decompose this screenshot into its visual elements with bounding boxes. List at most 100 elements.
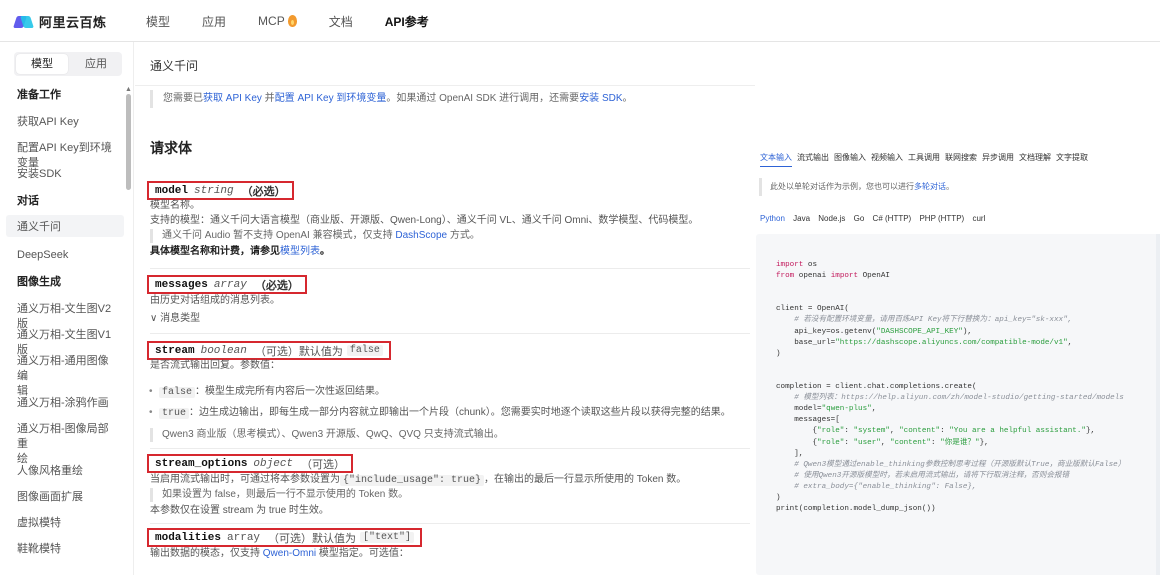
- param-type: boolean: [200, 344, 247, 357]
- param-model-note: 通义千问 Audio 暂不支持 OpenAI 兼容模式，仅支持 DashScop…: [150, 229, 480, 243]
- param-model-header: model string （必选）: [147, 181, 294, 200]
- config-api-key-link[interactable]: 配置 API Key 到环境变量: [275, 93, 387, 104]
- note-text: 方式。: [447, 230, 480, 241]
- list-item: true：边生成边输出，即每生成一部分内容就立即输出一个片段（chunk）。您需…: [149, 406, 731, 421]
- sidebar-item-wanx-inpaint[interactable]: 通义万相-图像局部重 绘: [17, 422, 117, 467]
- sidebar-item-qwen[interactable]: 通义千问: [17, 220, 117, 235]
- code-line: ],: [776, 449, 804, 458]
- tab-streaming[interactable]: 流式输出: [797, 152, 829, 167]
- code-scrollbar[interactable]: [1156, 234, 1160, 575]
- code-comment: # 使用Qwen3开源版模型时，若未启用流式输出，请将下行取消注释，否则会报错: [776, 471, 1070, 480]
- nav-models[interactable]: 模型: [146, 13, 170, 30]
- code-text: import osfrom openai import OpenAI​​clie…: [776, 260, 1125, 515]
- nav-docs[interactable]: 文档: [329, 13, 353, 30]
- code-string: "role": [817, 438, 845, 447]
- param-desc: 由历史对话组成的消息列表。: [150, 295, 280, 306]
- sidebar-scrollbar[interactable]: [126, 94, 131, 190]
- code-block[interactable]: import osfrom openai import OpenAI​​clie…: [756, 234, 1160, 575]
- param-type: array: [213, 278, 247, 291]
- code-token: ,: [1067, 338, 1073, 347]
- nav-apps[interactable]: 应用: [202, 13, 226, 30]
- sidebar-item-image-expand[interactable]: 图像画面扩展: [17, 490, 117, 505]
- code-comment: # 若没有配置环境变量，请用百炼API Key将下行替换为：api_key="s…: [776, 316, 1073, 325]
- multi-turn-link[interactable]: 多轮对话: [914, 182, 946, 191]
- tab-java[interactable]: Java: [793, 214, 810, 223]
- example-tabs: 文本输入 流式输出 图像输入 视频输入 工具调用 联网搜索 异步调用 文档理解 …: [760, 152, 1093, 167]
- note-text: 通义千问 Audio 暂不支持 OpenAI 兼容模式，仅支持: [162, 230, 396, 241]
- param-name: stream_options: [155, 457, 248, 470]
- tab-go[interactable]: Go: [854, 214, 865, 223]
- sidebar-item-install-sdk[interactable]: 安装SDK: [17, 167, 117, 182]
- value-desc: ：边生成边输出，即每生成一部分内容就立即输出一个片段（chunk）。您需要实时地…: [189, 407, 731, 418]
- tab-text-extract[interactable]: 文字提取: [1056, 152, 1088, 167]
- tab-image-input[interactable]: 图像输入: [834, 152, 866, 167]
- qwen-omni-link[interactable]: Qwen-Omni: [263, 548, 316, 559]
- code-example-panel: 文本输入 流式输出 图像输入 视频输入 工具调用 联网搜索 异步调用 文档理解 …: [756, 87, 1160, 575]
- value-code: false: [159, 387, 196, 398]
- divider: [150, 448, 750, 449]
- tab-python[interactable]: Python: [760, 214, 785, 223]
- scroll-up-arrow-icon[interactable]: ▲: [125, 86, 132, 93]
- notice-text: 。: [622, 93, 633, 104]
- tab-text-input[interactable]: 文本输入: [760, 152, 792, 167]
- sidebar-item-virtual-model[interactable]: 虚拟模特: [17, 516, 117, 531]
- nav-mcp-label: MCP: [258, 14, 285, 28]
- sidebar-item-deepseek[interactable]: DeepSeek: [17, 248, 117, 263]
- code-language-tabs: Python Java Node.js Go C# (HTTP) PHP (HT…: [760, 214, 991, 223]
- prereq-notice: 您需要已获取 API Key 并配置 API Key 到环境变量。如果通过 Op…: [150, 90, 750, 108]
- brand-logo[interactable]: 阿里云百炼: [13, 12, 107, 31]
- sidebar-item-get-api-key[interactable]: 获取API Key: [17, 115, 117, 130]
- tab-async[interactable]: 异步调用: [982, 152, 1014, 167]
- param-stream-note: Qwen3 商业版（思考模式）、Qwen3 开源版、QwQ、QVQ 只支持流式输…: [150, 428, 504, 442]
- sidebar-group-chat[interactable]: 对话: [17, 194, 117, 209]
- brand-name: 阿里云百炼: [39, 15, 107, 30]
- code-token: {: [776, 438, 818, 447]
- value-code: {"include_usage": true}: [340, 475, 485, 486]
- install-sdk-link[interactable]: 安装 SDK: [579, 93, 622, 104]
- tab-doc-understanding[interactable]: 文档理解: [1019, 152, 1051, 167]
- code-string: "content": [889, 438, 931, 447]
- code-token: ),: [962, 327, 972, 336]
- code-token: openai: [794, 272, 831, 281]
- desc-text: 模型指定。可选值：: [316, 548, 409, 559]
- param-name: messages: [155, 278, 208, 291]
- tab-tool-call[interactable]: 工具调用: [908, 152, 940, 167]
- tab-php[interactable]: PHP (HTTP): [919, 214, 964, 223]
- param-required: （必选）: [254, 280, 299, 293]
- get-api-key-link[interactable]: 获取 API Key: [203, 93, 262, 104]
- code-token: ,: [889, 427, 900, 436]
- code-line: {"role": "system", "content": "You are a…: [776, 426, 1125, 437]
- dashscope-link[interactable]: DashScope: [395, 230, 447, 241]
- model-list-link[interactable]: 模型列表: [280, 246, 320, 257]
- code-token: os: [803, 261, 818, 269]
- code-string: "role": [817, 427, 845, 436]
- nav-api-reference[interactable]: API参考: [385, 13, 429, 30]
- tab-nodejs[interactable]: Node.js: [818, 214, 845, 223]
- tab-curl[interactable]: curl: [972, 214, 985, 223]
- tab-video-input[interactable]: 视频输入: [871, 152, 903, 167]
- code-token: },: [979, 438, 989, 447]
- divider: [150, 268, 750, 269]
- code-token: api_key=os.getenv(: [776, 327, 877, 336]
- code-token: OpenAI: [858, 272, 890, 281]
- sidebar-group-prep[interactable]: 准备工作: [17, 88, 117, 103]
- sidebar-group-image-gen[interactable]: 图像生成: [17, 275, 117, 290]
- sidebar-item-wanx-sketch[interactable]: 通义万相-涂鸦作画: [17, 396, 117, 411]
- param-name: modalities: [155, 531, 222, 544]
- code-line: api_key=os.getenv("DASHSCOPE_API_KEY"),: [776, 327, 1125, 338]
- sidebar-item-portrait-restyle[interactable]: 人像风格重绘: [17, 464, 117, 479]
- param-desc: 当启用流式输出时，可通过将本参数设置为 {"include_usage": tru…: [150, 473, 686, 488]
- tab-csharp[interactable]: C# (HTTP): [873, 214, 912, 223]
- tab-web-search[interactable]: 联网搜索: [945, 152, 977, 167]
- code-line: ): [776, 493, 781, 502]
- sidebar-tab-apps[interactable]: 应用: [70, 52, 122, 76]
- notice-text: 您需要已: [163, 93, 203, 104]
- nav-mcp[interactable]: MCP: [258, 14, 297, 28]
- sidebar-tab-models[interactable]: 模型: [16, 54, 68, 74]
- sidebar-item-shoe-model[interactable]: 鞋靴模特: [17, 542, 117, 557]
- desc-text: 当启用流式输出时，可通过将本参数设置为: [150, 474, 340, 485]
- pricing-text: 具体模型名称和计费，请参见: [150, 246, 280, 257]
- sidebar-item-wanx-image-edit[interactable]: 通义万相-通用图像编 辑: [17, 354, 117, 399]
- value-desc: ：模型生成完所有内容后一次性返回结果。: [195, 386, 386, 397]
- message-types-expander[interactable]: ∨ 消息类型: [150, 312, 200, 326]
